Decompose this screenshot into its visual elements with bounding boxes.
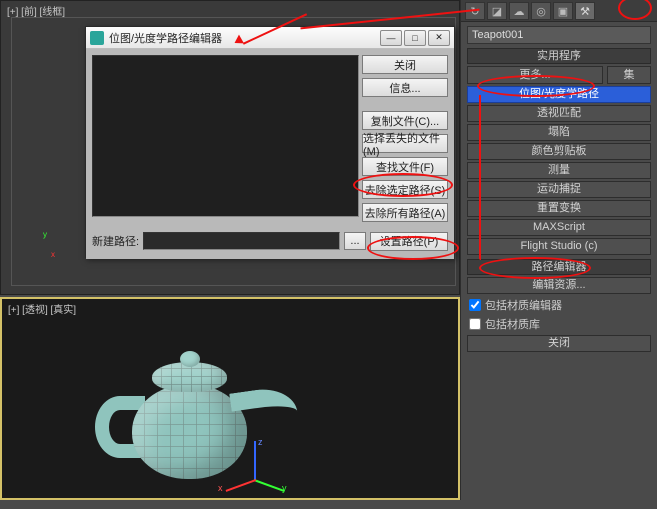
utility-motion-capture[interactable]: 运动捕捉 (467, 181, 651, 198)
edit-resources-button[interactable]: 编辑资源... (467, 277, 651, 294)
include-mat-editor-checkbox[interactable] (469, 299, 481, 311)
tab-motion-icon[interactable]: ◎ (531, 2, 551, 20)
copy-files-button[interactable]: 复制文件(C)... (362, 111, 448, 130)
include-mat-lib-checkbox[interactable] (469, 318, 481, 330)
utility-maxscript[interactable]: MAXScript (467, 219, 651, 236)
dialog-body: 关闭 信息... 复制文件(C)... 选择丢失的文件(M) 查找文件(F) 去… (86, 49, 454, 259)
command-panel: ↻ ◪ ☁ ◎ ▣ ⚒ Teapot001 实用程序 更多... 集 位图/光度… (460, 0, 657, 500)
info-button[interactable]: 信息... (362, 78, 448, 97)
new-path-input[interactable] (143, 232, 340, 250)
panel-close-button[interactable]: 关闭 (467, 335, 651, 352)
dialog-titlebar[interactable]: 位图/光度学路径编辑器 — □ ✕ (86, 27, 454, 49)
bitmap-path-editor-dialog[interactable]: 位图/光度学路径编辑器 — □ ✕ 关闭 信息... 复制文件(C)... 选择… (85, 26, 455, 258)
command-panel-tabs: ↻ ◪ ☁ ◎ ▣ ⚒ (461, 0, 657, 22)
dialog-side-buttons: 关闭 信息... 复制文件(C)... 选择丢失的文件(M) 查找文件(F) 去… (362, 55, 448, 222)
set-path-button[interactable]: 设置路径(P) (370, 232, 448, 251)
remove-selected-button[interactable]: 去除选定路径(S) (362, 180, 448, 199)
sets-button[interactable]: 集 (607, 66, 651, 84)
tab-display-icon[interactable]: ▣ (553, 2, 573, 20)
new-path-label: 新建路径: (92, 233, 139, 249)
remove-all-button[interactable]: 去除所有路径(A) (362, 203, 448, 222)
find-files-button[interactable]: 查找文件(F) (362, 157, 448, 176)
dialog-title-text: 位图/光度学路径编辑器 (109, 30, 222, 46)
close-window-button[interactable]: ✕ (428, 30, 450, 46)
include-mat-editor-check[interactable]: 包括材质编辑器 (469, 297, 649, 313)
utility-color-clipboard[interactable]: 颜色剪贴板 (467, 143, 651, 160)
tab-utilities-icon[interactable]: ⚒ (575, 2, 595, 20)
tab-hierarchy-icon[interactable]: ☁ (509, 2, 529, 20)
teapot-spout (229, 385, 300, 439)
maximize-button[interactable]: □ (404, 30, 426, 46)
viewport-perspective-label: [+] [透视] [真实] (8, 301, 76, 316)
include-mat-editor-label: 包括材质编辑器 (485, 297, 562, 313)
utility-collapse[interactable]: 塌陷 (467, 124, 651, 141)
utility-flight-studio[interactable]: Flight Studio (c) (467, 238, 651, 255)
viewport-perspective[interactable]: [+] [透视] [真实] z y x (0, 297, 460, 500)
axis-gizmo-front: y x (37, 240, 57, 260)
tab-modify-icon[interactable]: ◪ (487, 2, 507, 20)
utility-measure[interactable]: 测量 (467, 162, 651, 179)
utilities-list: 位图/光度学路径 透视匹配 塌陷 颜色剪贴板 测量 运动捕捉 重置变换 MAXS… (467, 86, 651, 255)
close-button[interactable]: 关闭 (362, 55, 448, 74)
browse-path-button[interactable]: ... (344, 232, 366, 250)
path-listbox[interactable] (92, 55, 359, 217)
utility-reset-xform[interactable]: 重置变换 (467, 200, 651, 217)
include-mat-lib-check[interactable]: 包括材质库 (469, 316, 649, 332)
utilities-rollout-title[interactable]: 实用程序 (467, 48, 651, 64)
new-path-row: 新建路径: ... 设置路径(P) (92, 231, 448, 251)
dialog-app-icon (90, 31, 104, 45)
utility-perspective-match[interactable]: 透视匹配 (467, 105, 651, 122)
minimize-button[interactable]: — (380, 30, 402, 46)
more-button[interactable]: 更多... (467, 66, 603, 84)
object-name-field[interactable]: Teapot001 (467, 26, 651, 44)
viewport-front-label: [+] [前] [线框] (7, 3, 65, 18)
include-mat-lib-label: 包括材质库 (485, 316, 540, 332)
tab-create-icon[interactable]: ↻ (465, 2, 485, 20)
utility-bitmap-path[interactable]: 位图/光度学路径 (467, 86, 651, 103)
select-missing-button[interactable]: 选择丢失的文件(M) (362, 134, 448, 153)
path-editor-rollout-title[interactable]: 路径编辑器 (467, 259, 651, 275)
teapot-mesh[interactable]: z y x (77, 334, 297, 494)
transform-gizmo[interactable]: z y x (232, 459, 282, 509)
teapot-knob (180, 351, 200, 367)
